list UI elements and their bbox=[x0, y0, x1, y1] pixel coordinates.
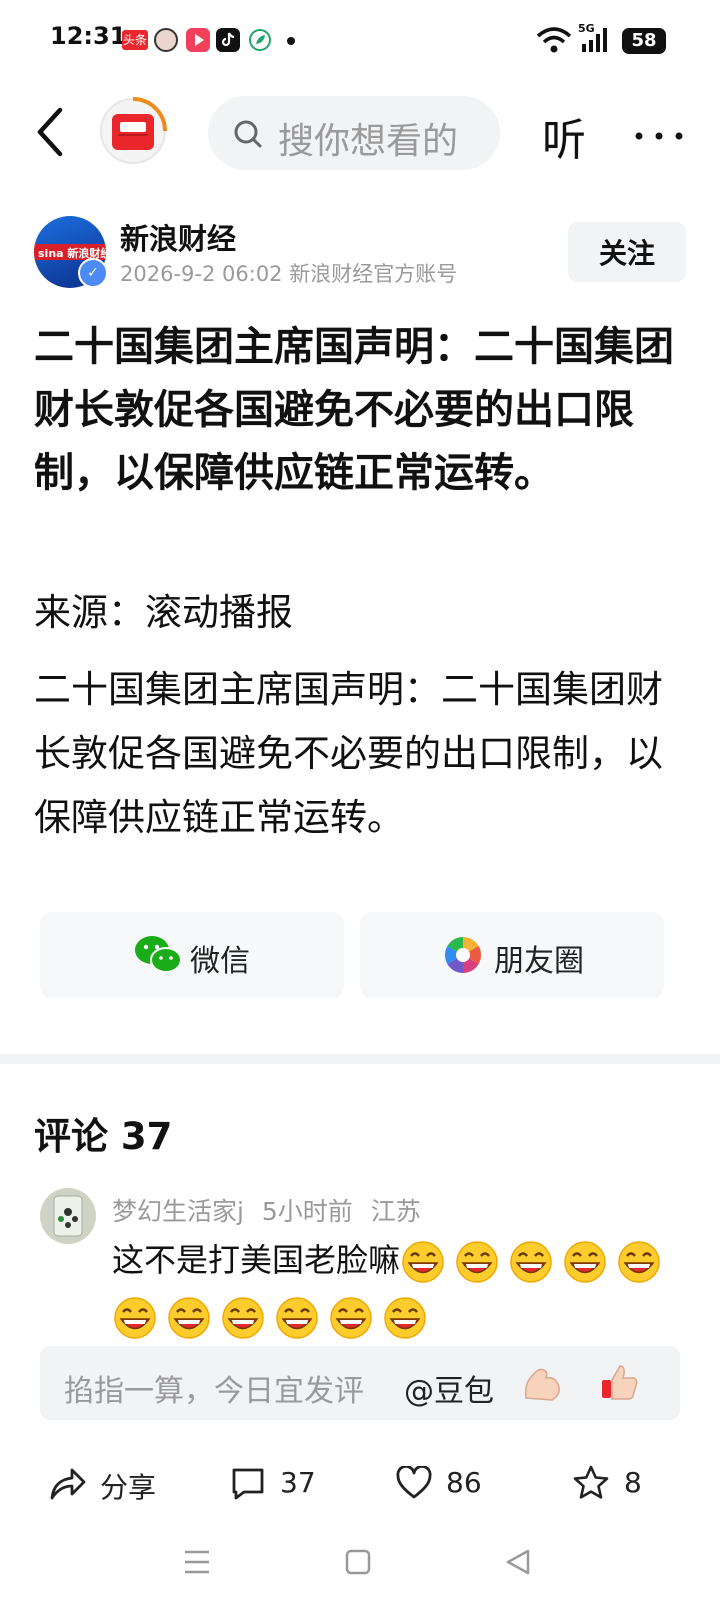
leaf-app-icon bbox=[248, 28, 272, 52]
back-nav-icon[interactable] bbox=[504, 1548, 532, 1576]
post-date: 2026-9-2 bbox=[120, 262, 216, 286]
like-count: 86 bbox=[446, 1466, 482, 1499]
comment-input[interactable]: 掐指一算，今日宜发评 @豆包 bbox=[40, 1346, 680, 1420]
battery-level: 58 bbox=[631, 30, 657, 51]
laughing-emoji bbox=[618, 1241, 660, 1283]
back-button[interactable] bbox=[30, 100, 74, 164]
wechat-icon bbox=[135, 936, 182, 973]
comment-location: 江苏 bbox=[370, 1197, 421, 1226]
favorite-count: 8 bbox=[624, 1466, 642, 1499]
share-action-label: 分享 bbox=[100, 1471, 157, 1504]
laughing-emoji bbox=[222, 1297, 264, 1339]
article-body: 二十国集团主席国声明：二十国集团财长敦促各国避免不必要的出口限制，以保障供应链正… bbox=[34, 668, 663, 839]
search-icon bbox=[234, 120, 262, 148]
like-action-button[interactable]: 86 bbox=[396, 1458, 496, 1508]
comment-text-body: 这不是打美国老脸嘛 bbox=[112, 1241, 401, 1279]
laughing-emoji bbox=[456, 1241, 498, 1283]
tiktok-icon bbox=[216, 28, 240, 52]
cellular-signal-icon: 5G bbox=[578, 22, 614, 54]
laughing-emoji bbox=[114, 1297, 156, 1339]
laughing-emoji bbox=[168, 1297, 210, 1339]
laughing-emoji bbox=[330, 1297, 372, 1339]
thumbs-up-emoji-icon[interactable] bbox=[598, 1360, 642, 1404]
status-time: 12:31 bbox=[50, 22, 127, 50]
wifi-icon bbox=[536, 26, 572, 54]
listen-button[interactable]: 听 bbox=[542, 104, 586, 168]
article-title: 二十国集团主席国声明：二十国集团财长敦促各国避免不必要的出口限制，以保障供应链正… bbox=[34, 324, 674, 496]
share-moments-label: 朋友圈 bbox=[494, 944, 584, 979]
laughing-emoji bbox=[510, 1241, 552, 1283]
flexed-biceps-emoji-icon[interactable] bbox=[520, 1362, 564, 1404]
more-notifications-dot-icon bbox=[287, 37, 295, 45]
article-source: 来源：滚动播报 bbox=[34, 591, 293, 634]
search-input[interactable]: 搜你想看的 bbox=[278, 112, 488, 164]
share-wechat-label: 微信 bbox=[190, 944, 250, 979]
author-name[interactable]: 新浪财经 bbox=[120, 216, 236, 258]
more-options-icon[interactable] bbox=[634, 126, 684, 140]
mention-doubao-button[interactable]: @豆包 bbox=[404, 1366, 494, 1410]
post-time: 06:02 bbox=[222, 262, 283, 286]
comment-text: 这不是打美国老脸嘛 bbox=[112, 1232, 672, 1344]
comment-count: 37 bbox=[280, 1466, 316, 1499]
follow-button[interactable]: 关注 bbox=[568, 222, 686, 282]
comment-avatar[interactable] bbox=[40, 1188, 96, 1244]
comment-bubble-icon bbox=[232, 1468, 264, 1500]
comment-meta: 梦幻生活家j 5小时前 江苏 bbox=[112, 1192, 421, 1228]
comment-action-button[interactable]: 37 bbox=[230, 1458, 330, 1508]
profile-notification-icon bbox=[154, 28, 178, 52]
comments-title: 评论 37 bbox=[34, 1115, 173, 1158]
share-wechat-button[interactable]: 微信 bbox=[40, 912, 344, 998]
laughing-emoji bbox=[402, 1241, 444, 1283]
heart-icon bbox=[396, 1466, 432, 1499]
toutiao-app-icon: 头条 bbox=[122, 30, 148, 50]
laughing-emoji bbox=[276, 1297, 318, 1339]
post-meta: 2026-9-2 06:02 新浪财经官方账号 bbox=[120, 258, 457, 288]
section-divider bbox=[0, 1054, 720, 1064]
comment-user[interactable]: 梦幻生活家j bbox=[112, 1197, 244, 1226]
laughing-emoji bbox=[564, 1241, 606, 1283]
share-action-button[interactable]: 分享 bbox=[48, 1458, 178, 1508]
home-nav-icon[interactable] bbox=[344, 1548, 372, 1576]
search-bar[interactable]: 搜你想看的 bbox=[208, 96, 500, 170]
battery-icon: 58 bbox=[622, 28, 666, 54]
account-type: 新浪财经官方账号 bbox=[289, 262, 458, 286]
comment-input-placeholder[interactable]: 掐指一算，今日宜发评 bbox=[64, 1366, 364, 1410]
moments-icon bbox=[444, 937, 482, 973]
star-icon bbox=[573, 1465, 609, 1499]
favorite-action-button[interactable]: 8 bbox=[572, 1458, 662, 1508]
share-moments-button[interactable]: 朋友圈 bbox=[360, 912, 664, 998]
laughing-emoji bbox=[384, 1297, 426, 1339]
comment-time: 5小时前 bbox=[261, 1197, 353, 1226]
video-app-icon bbox=[186, 28, 210, 52]
toutiao-badge-text: 头条 bbox=[122, 33, 147, 47]
share-arrow-icon bbox=[50, 1468, 86, 1500]
red-packet-logo-icon[interactable] bbox=[98, 96, 168, 166]
verified-badge-icon: ✓ bbox=[78, 258, 108, 288]
menu-nav-icon[interactable] bbox=[182, 1548, 212, 1576]
